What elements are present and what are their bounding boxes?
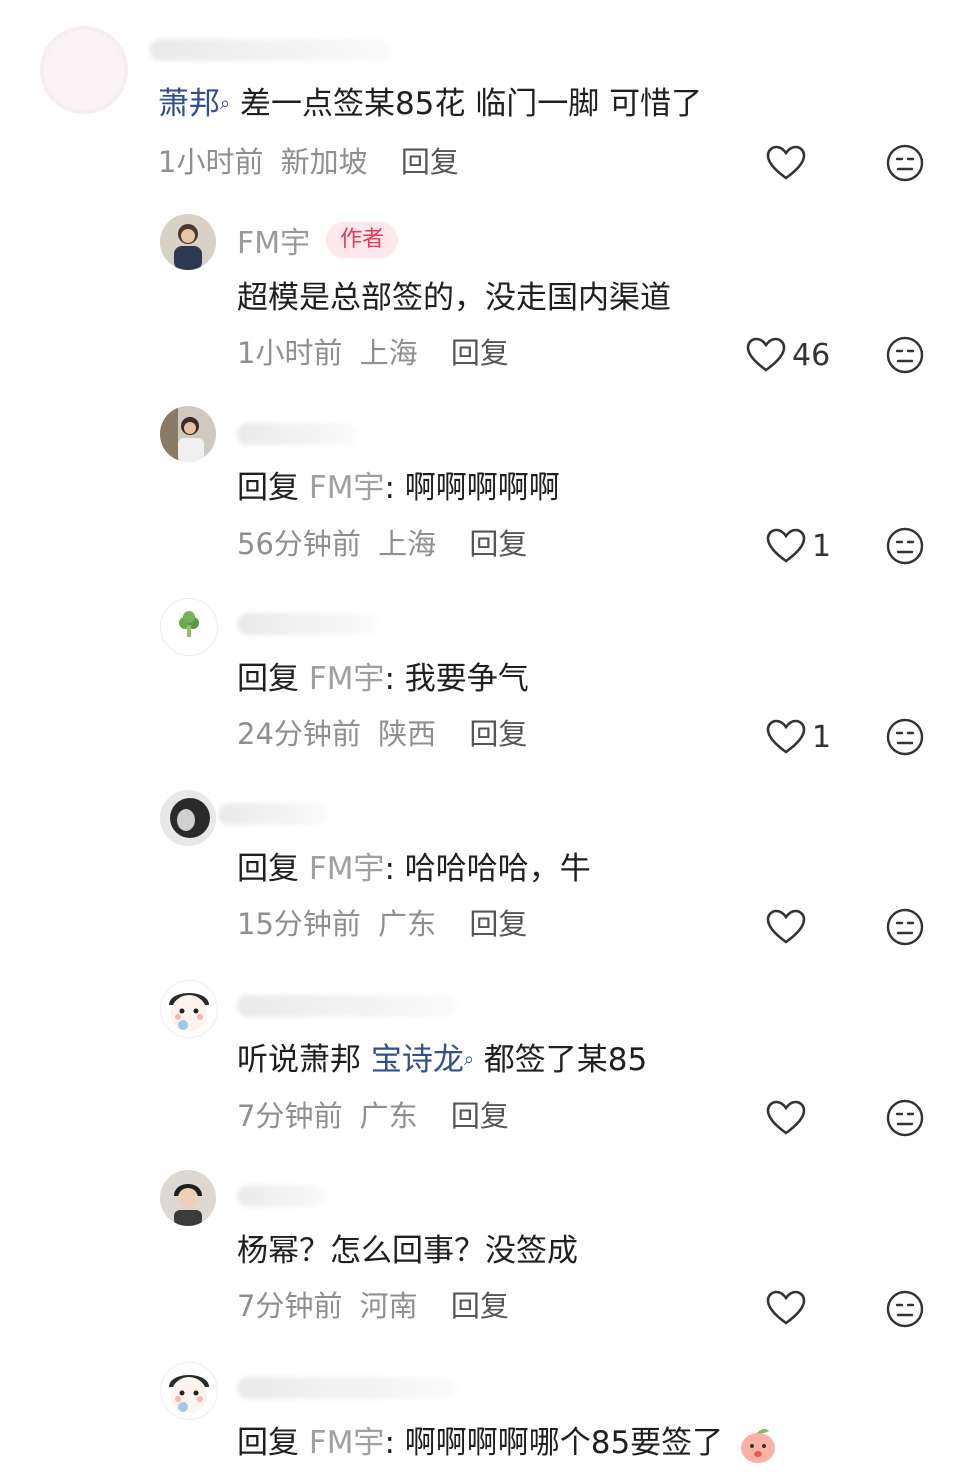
heart-outline-icon: [766, 528, 806, 563]
meh-face-icon[interactable]: [886, 144, 924, 182]
reply-button[interactable]: 回复: [469, 527, 527, 561]
comment-item: 听说萧邦 宝诗龙⌕ 都签了某85 7分钟前 广东 回复: [0, 960, 964, 1150]
reply-button[interactable]: 回复: [451, 1289, 509, 1323]
comment-header: FM宇 作者: [237, 218, 399, 262]
heart-outline-icon: [766, 719, 806, 754]
comment-content: 杨幂？怎么回事？没签成: [237, 1233, 578, 1269]
comment-item: 回复 FM宇: 啊啊啊啊啊 56分钟前 上海 回复 1: [0, 390, 964, 580]
woman-bw-avatar[interactable]: [160, 790, 216, 846]
like-count: 1: [812, 528, 832, 564]
like-button[interactable]: [766, 141, 806, 185]
comment-content: 超模是总部签的，没走国内渠道: [237, 280, 671, 316]
location: 广东: [359, 1099, 418, 1133]
username-redacted[interactable]: [237, 1176, 327, 1216]
comment-item: 回复 FM宇: 哈哈哈哈，牛 15分钟前 广东 回复: [0, 770, 964, 960]
username-redacted[interactable]: [237, 414, 357, 454]
like-count: 1: [812, 719, 832, 755]
comment-content: 听说萧邦 宝诗龙⌕ 都签了某85: [237, 1042, 648, 1078]
young-man-avatar[interactable]: [160, 1170, 216, 1226]
reply-button[interactable]: 回复: [469, 907, 527, 941]
mention-link[interactable]: 宝诗龙⌕: [371, 1042, 474, 1078]
location: 上海: [359, 336, 418, 370]
comment-meta: 24分钟前 陕西 回复: [237, 714, 527, 754]
comment-content: 回复 FM宇: 我要争气: [237, 661, 529, 697]
search-icon: ⌕: [463, 1049, 474, 1070]
time-stamp: 7分钟前: [237, 1289, 343, 1323]
man-street-avatar[interactable]: [160, 406, 216, 462]
comment-item: 回复 FM宇: 我要争气 24分钟前 陕西 回复 1: [0, 580, 964, 770]
time-stamp: 1小时前: [158, 145, 264, 179]
comment-meta: 56分钟前 上海 回复: [237, 524, 527, 564]
time-stamp: 1小时前: [237, 336, 343, 370]
man-portrait-avatar[interactable]: [160, 214, 216, 270]
location: 河南: [359, 1289, 418, 1323]
location: 陕西: [378, 717, 437, 751]
reply-target-username[interactable]: FM宇: [309, 1425, 385, 1461]
like-button[interactable]: [766, 1286, 806, 1330]
meh-face-icon[interactable]: [886, 908, 924, 946]
like-button[interactable]: [766, 1096, 806, 1140]
reply-button[interactable]: 回复: [451, 1099, 509, 1133]
username-redacted[interactable]: [218, 794, 328, 834]
username-redacted[interactable]: [237, 1368, 457, 1408]
username-redacted[interactable]: [237, 604, 377, 644]
reply-button[interactable]: 回复: [451, 336, 509, 370]
username-redacted[interactable]: [150, 30, 390, 70]
search-icon: ⌕: [220, 93, 231, 114]
like-button[interactable]: 1: [766, 715, 831, 759]
mention-link[interactable]: 萧邦⌕: [158, 86, 230, 122]
cartoon-baby-avatar[interactable]: [160, 1362, 218, 1420]
comment-meta: 15分钟前 广东 回复: [237, 904, 527, 944]
heart-outline-icon: [766, 1290, 806, 1325]
time-stamp: 15分钟前: [237, 907, 361, 941]
comment-item: 萧邦⌕ 差一点签某85花 临门一脚 可惜了 1小时前 新加坡 回复: [0, 0, 964, 200]
comment-meta: 1小时前 新加坡 回复: [158, 142, 459, 182]
reply-button[interactable]: 回复: [469, 717, 527, 751]
time-stamp: 24分钟前: [237, 717, 361, 751]
cartoon-baby-avatar[interactable]: [160, 980, 218, 1038]
location: 广东: [378, 907, 437, 941]
heart-outline-icon: [766, 145, 806, 180]
location: 新加坡: [280, 145, 368, 179]
time-stamp: 56分钟前: [237, 527, 361, 561]
meh-face-icon[interactable]: [886, 527, 924, 565]
reply-target-username[interactable]: FM宇: [309, 661, 385, 697]
time-stamp: 7分钟前: [237, 1099, 343, 1133]
author-badge: 作者: [326, 222, 399, 258]
reply-button[interactable]: 回复: [401, 145, 459, 179]
like-button[interactable]: 1: [766, 524, 831, 568]
comment-item: FM宇 作者 超模是总部签的，没走国内渠道 1小时前 上海 回复 46: [0, 200, 964, 390]
meh-face-icon[interactable]: [886, 718, 924, 756]
peach-emoji: [741, 1428, 776, 1463]
comment-meta: 7分钟前 河南 回复: [237, 1286, 509, 1326]
meh-face-icon[interactable]: [886, 1290, 924, 1328]
comment-content: 回复 FM宇: 啊啊啊啊啊: [237, 470, 560, 506]
like-button[interactable]: [766, 905, 806, 949]
meh-face-icon[interactable]: [886, 1099, 924, 1137]
reply-target-username[interactable]: FM宇: [309, 470, 385, 506]
location: 上海: [378, 527, 437, 561]
username[interactable]: FM宇: [237, 218, 310, 262]
comment-content: 回复 FM宇: 啊啊啊啊哪个85要签了: [237, 1421, 779, 1466]
comment-content: 回复 FM宇: 哈哈哈哈，牛: [237, 851, 591, 887]
comment-item: 杨幂？怎么回事？没签成 7分钟前 河南 回复: [0, 1150, 964, 1340]
heart-outline-icon: [746, 337, 786, 372]
username-redacted[interactable]: [237, 986, 457, 1026]
comment-content: 萧邦⌕ 差一点签某85花 临门一脚 可惜了: [158, 86, 703, 122]
like-button[interactable]: 46: [746, 333, 830, 377]
pink-blank-avatar[interactable]: [40, 26, 128, 114]
heart-outline-icon: [766, 1100, 806, 1135]
broccoli-avatar[interactable]: [160, 598, 218, 656]
reply-target-username[interactable]: FM宇: [309, 851, 385, 887]
comment-meta: 7分钟前 广东 回复: [237, 1096, 509, 1136]
comment-meta: 1小时前 上海 回复: [237, 333, 509, 373]
like-count: 46: [792, 337, 831, 373]
heart-outline-icon: [766, 909, 806, 944]
comment-item: 回复 FM宇: 啊啊啊啊哪个85要签了: [0, 1340, 964, 1472]
meh-face-icon[interactable]: [886, 336, 924, 374]
